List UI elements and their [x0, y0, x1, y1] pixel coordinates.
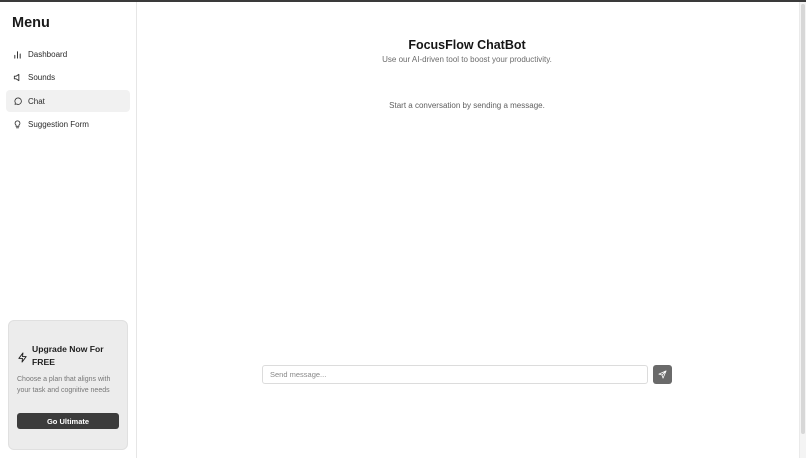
message-input[interactable]: [262, 365, 648, 384]
sidebar-item-sounds[interactable]: Sounds: [6, 67, 130, 89]
message-composer: [262, 365, 673, 384]
go-ultimate-button[interactable]: Go Ultimate: [17, 413, 119, 429]
sidebar-item-label: Dashboard: [28, 49, 68, 59]
upgrade-header: Upgrade Now For FREE: [17, 343, 112, 369]
speaker-icon: [13, 73, 22, 82]
upgrade-title: Upgrade Now For FREE: [32, 344, 104, 367]
sidebar-nav: Dashboard Sounds Chat Suggestion Form: [6, 43, 130, 137]
lightbulb-icon: [13, 120, 22, 129]
sidebar-item-label: Sounds: [28, 73, 56, 82]
sidebar-item-dashboard[interactable]: Dashboard: [6, 43, 130, 65]
page-title: FocusFlow ChatBot: [408, 38, 526, 52]
chat-main: FocusFlow ChatBot Use our AI-driven tool…: [137, 2, 799, 458]
send-icon: [658, 370, 667, 379]
sidebar: Menu Dashboard Sounds Chat Suggestion Fo…: [0, 2, 137, 458]
message-circle-icon: [13, 97, 22, 106]
scrollbar[interactable]: [799, 2, 806, 458]
sidebar-item-suggestion-form[interactable]: Suggestion Form: [6, 114, 130, 136]
menu-title: Menu: [12, 15, 50, 31]
scrollbar-thumb[interactable]: [801, 4, 805, 434]
sidebar-item-chat[interactable]: Chat: [6, 90, 130, 112]
bar-chart-icon: [13, 50, 22, 59]
sidebar-item-label: Suggestion Form: [28, 120, 89, 129]
send-button[interactable]: [653, 365, 672, 384]
bolt-icon: [17, 350, 28, 363]
empty-state-message: Start a conversation by sending a messag…: [389, 101, 545, 110]
upgrade-card: Upgrade Now For FREE Choose a plan that …: [8, 320, 128, 450]
sidebar-item-label: Chat: [28, 96, 45, 106]
upgrade-description: Choose a plan that aligns with your task…: [17, 376, 111, 394]
page-subtitle: Use our AI-driven tool to boost your pro…: [382, 55, 552, 64]
